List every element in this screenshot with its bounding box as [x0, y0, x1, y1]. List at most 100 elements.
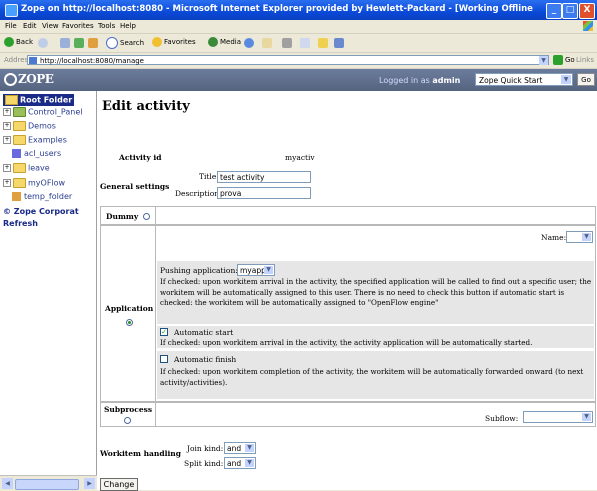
- media-button[interactable]: Media: [208, 37, 241, 47]
- automatic-start-label: Automatic start: [174, 328, 234, 337]
- tree-item-leave[interactable]: + leave: [3, 163, 50, 173]
- workitem-handling-label: Workitem handling: [100, 449, 181, 458]
- toolbar: Back Search Favorites Media: [0, 34, 597, 53]
- tree-item-acl-users[interactable]: acl_users: [12, 149, 61, 158]
- print-icon[interactable]: [282, 38, 292, 48]
- folder-icon: [13, 135, 26, 145]
- search-icon: [106, 37, 118, 49]
- join-kind-select[interactable]: and ▼: [224, 442, 256, 454]
- split-kind-select[interactable]: and ▼: [224, 457, 256, 469]
- activity-id-label: Activity id: [119, 153, 162, 162]
- tree-item-temp-folder[interactable]: temp_folder: [12, 192, 72, 201]
- quick-start-go-button[interactable]: Go: [577, 73, 595, 86]
- zope-corporation-link[interactable]: © Zope Corporat: [3, 207, 79, 216]
- expand-icon[interactable]: +: [3, 136, 11, 144]
- control-panel-icon: [13, 107, 26, 117]
- address-dropdown[interactable]: ▼: [539, 56, 548, 65]
- title-input[interactable]: test activity: [217, 171, 311, 183]
- change-button[interactable]: Change: [100, 478, 138, 491]
- subflow-select[interactable]: ▼: [523, 411, 593, 423]
- mail-icon[interactable]: [262, 38, 272, 48]
- tree-horizontal-scrollbar[interactable]: ◀ ▶: [0, 475, 97, 491]
- folder-icon: [13, 178, 26, 188]
- window-title-bar: Zope on http://localhost:8080 - Microsof…: [0, 0, 597, 20]
- refresh-icon[interactable]: [74, 38, 84, 48]
- close-button[interactable]: X: [579, 3, 595, 19]
- subflow-label: Subflow:: [485, 414, 519, 423]
- automatic-finish-label: Automatic finish: [174, 355, 237, 364]
- pushing-application-select[interactable]: myapp ▼: [237, 264, 275, 276]
- title-label: Title:: [199, 172, 219, 181]
- address-input[interactable]: http://localhost:8080/manage: [27, 55, 549, 65]
- menu-edit[interactable]: Edit: [23, 22, 37, 30]
- username: admin: [432, 76, 461, 85]
- zope-header: ZOPE Logged in as admin Zope Quick Start…: [0, 69, 597, 91]
- window-title: Zope on http://localhost:8080 - Microsof…: [21, 4, 533, 14]
- tree-item-demos[interactable]: + Demos: [3, 121, 56, 131]
- expand-icon[interactable]: +: [3, 164, 11, 172]
- expand-icon[interactable]: +: [3, 108, 11, 116]
- maximize-button[interactable]: □: [562, 3, 578, 19]
- star-icon: [152, 37, 162, 47]
- folder-icon: [5, 95, 18, 105]
- address-go-button[interactable]: Go: [553, 55, 575, 65]
- zope-logo[interactable]: ZOPE: [4, 72, 54, 86]
- stop-icon[interactable]: [60, 38, 70, 48]
- chevron-down-icon: ▼: [264, 266, 273, 274]
- expand-icon[interactable]: +: [3, 179, 11, 187]
- address-bar: Address http://localhost:8080/manage ▼ G…: [0, 53, 597, 69]
- automatic-finish-help: If checked: upon workitem completion of …: [160, 367, 584, 387]
- back-button[interactable]: Back: [4, 37, 33, 47]
- dummy-cell: [155, 206, 596, 225]
- chevron-down-icon: ▼: [245, 459, 254, 467]
- dummy-radio[interactable]: [143, 213, 150, 220]
- menu-help[interactable]: Help: [120, 22, 136, 30]
- tree-item-control-panel[interactable]: + Control_Panel: [3, 107, 83, 117]
- tree-item-examples[interactable]: + Examples: [3, 135, 67, 145]
- subprocess-label: Subprocess: [104, 405, 153, 414]
- scroll-left-icon[interactable]: ◀: [2, 478, 13, 489]
- menu-file[interactable]: File: [5, 22, 17, 30]
- zope-logo-icon: [4, 73, 17, 86]
- home-icon[interactable]: [88, 38, 98, 48]
- menu-bar: File Edit View Favorites Tools Help: [0, 20, 597, 34]
- expand-icon[interactable]: +: [3, 122, 11, 130]
- scrollbar-thumb[interactable]: [15, 479, 79, 490]
- dummy-label: Dummy: [106, 212, 139, 221]
- subprocess-radio[interactable]: [124, 417, 131, 424]
- menu-favorites[interactable]: Favorites: [62, 22, 94, 30]
- folder-icon: [13, 121, 26, 131]
- name-select[interactable]: ▼: [566, 231, 593, 243]
- messenger-icon[interactable]: [334, 38, 344, 48]
- page-title: Edit activity: [102, 99, 190, 114]
- edit-icon[interactable]: [300, 38, 310, 48]
- pushing-application-label: Pushing application:: [160, 266, 238, 275]
- description-input[interactable]: prova: [217, 187, 311, 199]
- automatic-finish-checkbox[interactable]: [160, 355, 168, 363]
- folder-icon[interactable]: [318, 38, 328, 48]
- menu-tools[interactable]: Tools: [98, 22, 115, 30]
- media-icon: [208, 37, 218, 47]
- activity-id-value: myactiv: [285, 153, 315, 162]
- favorites-button[interactable]: Favorites: [152, 37, 196, 47]
- links-button[interactable]: Links: [576, 56, 594, 64]
- chevron-down-icon: ▼: [245, 444, 254, 452]
- root-folder-link[interactable]: Root Folder: [3, 94, 75, 106]
- chevron-down-icon: ▼: [582, 233, 591, 241]
- quick-start-select[interactable]: Zope Quick Start ▼: [475, 73, 573, 86]
- page-icon: [29, 57, 37, 64]
- search-button[interactable]: Search: [106, 37, 144, 49]
- pushing-application-help: If checked: upon workitem arrival in the…: [160, 277, 592, 307]
- menu-view[interactable]: View: [42, 22, 59, 30]
- minimize-button[interactable]: _: [546, 3, 562, 19]
- forward-arrow-icon[interactable]: [38, 38, 48, 48]
- automatic-start-checkbox[interactable]: ✓: [160, 328, 168, 336]
- name-label: Name:: [541, 233, 567, 242]
- tree-item-myoflow[interactable]: + myOFlow: [3, 178, 65, 188]
- chevron-down-icon: ▼: [582, 413, 591, 421]
- scroll-right-icon[interactable]: ▶: [84, 478, 95, 489]
- history-icon[interactable]: [244, 38, 254, 48]
- application-radio[interactable]: [126, 319, 133, 326]
- description-label: Description:: [175, 189, 222, 198]
- refresh-link[interactable]: Refresh: [3, 219, 38, 228]
